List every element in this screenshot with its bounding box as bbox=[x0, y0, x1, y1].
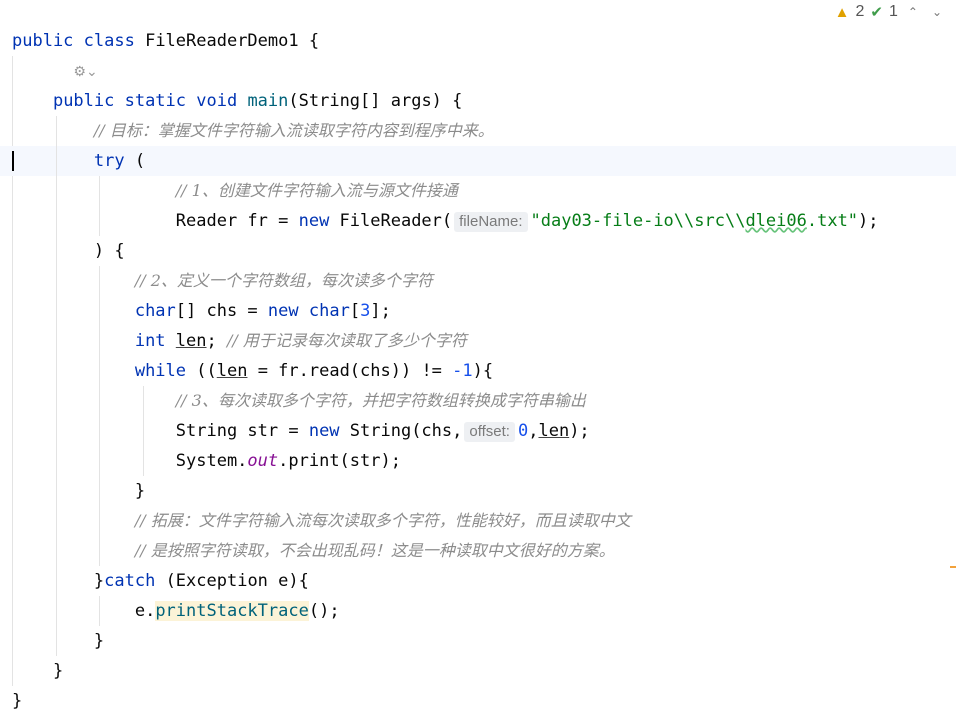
static-field: out bbox=[247, 451, 279, 471]
code-line-22: } bbox=[0, 656, 956, 686]
code-text: ( bbox=[134, 151, 146, 171]
code-text: = fr.read(chs)) != bbox=[247, 361, 453, 381]
code-line-7: Reader fr = new FileReader(fileName: "day… bbox=[0, 206, 956, 236]
number-literal: 0 bbox=[517, 421, 529, 441]
code-text: String(chs, bbox=[339, 421, 463, 441]
variable: len bbox=[175, 331, 207, 351]
code-text: Reader fr = bbox=[175, 211, 299, 231]
number-literal: -1 bbox=[452, 361, 473, 381]
code-line-16: } bbox=[0, 476, 956, 506]
variable: len bbox=[538, 421, 570, 441]
code-text: .print(str); bbox=[278, 451, 401, 471]
warning-icon: ▲ bbox=[834, 3, 850, 21]
code-text: ]; bbox=[370, 301, 391, 321]
code-line-19: }catch (Exception e){ bbox=[0, 566, 956, 596]
comment: // 3、每次读取多个字符，并把字符数组转换成字符串输出 bbox=[175, 391, 586, 410]
check-count: 1 bbox=[888, 3, 898, 20]
keyword: while bbox=[134, 361, 187, 381]
variable: len bbox=[216, 361, 248, 381]
code-line-23: } bbox=[0, 686, 956, 716]
code-line-3: public static void main(String[] args) { bbox=[0, 86, 956, 116]
keyword: char bbox=[308, 301, 350, 321]
check-icon: ✔ bbox=[870, 4, 883, 21]
code-text: ) { bbox=[93, 241, 125, 261]
keyword: int bbox=[134, 331, 166, 351]
code-text: , bbox=[528, 421, 539, 441]
text-caret bbox=[12, 151, 14, 171]
code-line-4: // 目标：掌握文件字符输入流读取字符内容到程序中来。 bbox=[0, 116, 956, 146]
keyword: new bbox=[298, 211, 330, 231]
scrollbar-marker[interactable] bbox=[950, 566, 956, 568]
string-literal: "day03-file-io\\src\\dlei06.txt" bbox=[530, 211, 859, 231]
keyword: public static void bbox=[52, 91, 238, 111]
code-line-17: // 拓展：文件字符输入流每次读取多个字符，性能较好，而且读取中文 bbox=[0, 506, 956, 536]
code-text: } bbox=[93, 631, 105, 651]
code-line-12: while ((len = fr.read(chs)) != -1){ bbox=[0, 356, 956, 386]
inspection-status[interactable]: ▲ 2 ✔ 1 ⌃ ⌄ bbox=[835, 2, 946, 22]
keyword: new bbox=[267, 301, 299, 321]
comment: // 拓展：文件字符输入流每次读取多个字符，性能较好，而且读取中文 bbox=[134, 511, 631, 530]
code-text: e. bbox=[134, 601, 156, 621]
code-line-10: char[] chs = new char[3]; bbox=[0, 296, 956, 326]
code-text: (( bbox=[186, 361, 217, 381]
keyword: new bbox=[308, 421, 340, 441]
code-text: } bbox=[134, 481, 146, 501]
keyword: try bbox=[93, 151, 125, 171]
warning-count: 2 bbox=[855, 3, 865, 20]
gear-icon[interactable]: ⚙⌄ bbox=[73, 64, 97, 80]
code-line-11: int len; // 用于记录每次读取了多少个字符 bbox=[0, 326, 956, 356]
class-name: FileReaderDemo1 bbox=[145, 31, 299, 51]
chevron-down-icon[interactable]: ⌄ bbox=[928, 5, 946, 19]
code-text: } bbox=[52, 661, 64, 681]
parameter-hint: offset: bbox=[464, 422, 515, 442]
comment: // 目标：掌握文件字符输入流读取字符内容到程序中来。 bbox=[93, 121, 494, 140]
code-line-20: e.printStackTrace(); bbox=[0, 596, 956, 626]
code-text: ; bbox=[206, 331, 227, 351]
code-line-21: } bbox=[0, 626, 956, 656]
code-line-8: ) { bbox=[0, 236, 956, 266]
code-line-13: // 3、每次读取多个字符，并把字符数组转换成字符串输出 bbox=[0, 386, 956, 416]
parameter-hint: fileName: bbox=[454, 212, 528, 232]
code-line-18: // 是按照字符读取，不会出现乱码！这是一种读取中文很好的方案。 bbox=[0, 536, 956, 566]
code-text: ){ bbox=[472, 361, 494, 381]
number-literal: 3 bbox=[360, 301, 371, 321]
code-text: ); bbox=[569, 421, 590, 441]
code-line-14: String str = new String(chs, offset: 0,len… bbox=[0, 416, 956, 446]
code-text: } bbox=[12, 691, 23, 711]
code-editor[interactable]: public class FileReaderDemo1 { ⚙⌄ public… bbox=[0, 26, 956, 716]
keyword: catch bbox=[104, 571, 156, 591]
code-line-2: ⚙⌄ bbox=[0, 56, 956, 86]
code-text: (Exception e){ bbox=[155, 571, 309, 591]
brace: { bbox=[308, 31, 320, 51]
code-text: } bbox=[93, 571, 105, 591]
code-text: (); bbox=[308, 601, 340, 621]
code-text: [ bbox=[349, 301, 361, 321]
comment: // 2、定义一个字符数组，每次读多个字符 bbox=[134, 271, 433, 290]
code-text: ); bbox=[858, 211, 879, 231]
code-text: System. bbox=[175, 451, 248, 471]
code-line-5: try ( bbox=[0, 146, 956, 176]
method-call: printStackTrace bbox=[155, 601, 309, 621]
keyword: char bbox=[134, 301, 176, 321]
chevron-up-icon[interactable]: ⌃ bbox=[904, 5, 922, 19]
code-line-15: System.out.print(str); bbox=[0, 446, 956, 476]
typo-marker: dlei06 bbox=[745, 211, 807, 231]
comment: // 1、创建文件字符输入流与源文件接通 bbox=[175, 181, 458, 200]
keyword: public class bbox=[12, 31, 135, 51]
method-name: main bbox=[247, 91, 289, 111]
code-text: (String[] args) { bbox=[288, 91, 463, 111]
code-text: [] chs = bbox=[175, 301, 268, 321]
code-line-1: public class FileReaderDemo1 { bbox=[0, 26, 956, 56]
comment: // 是按照字符读取，不会出现乱码！这是一种读取中文很好的方案。 bbox=[134, 541, 615, 560]
code-text: String str = bbox=[175, 421, 309, 441]
code-text: FileReader( bbox=[329, 211, 453, 231]
code-line-6: // 1、创建文件字符输入流与源文件接通 bbox=[0, 176, 956, 206]
comment: // 用于记录每次读取了多少个字符 bbox=[227, 331, 467, 350]
code-line-9: // 2、定义一个字符数组，每次读多个字符 bbox=[0, 266, 956, 296]
